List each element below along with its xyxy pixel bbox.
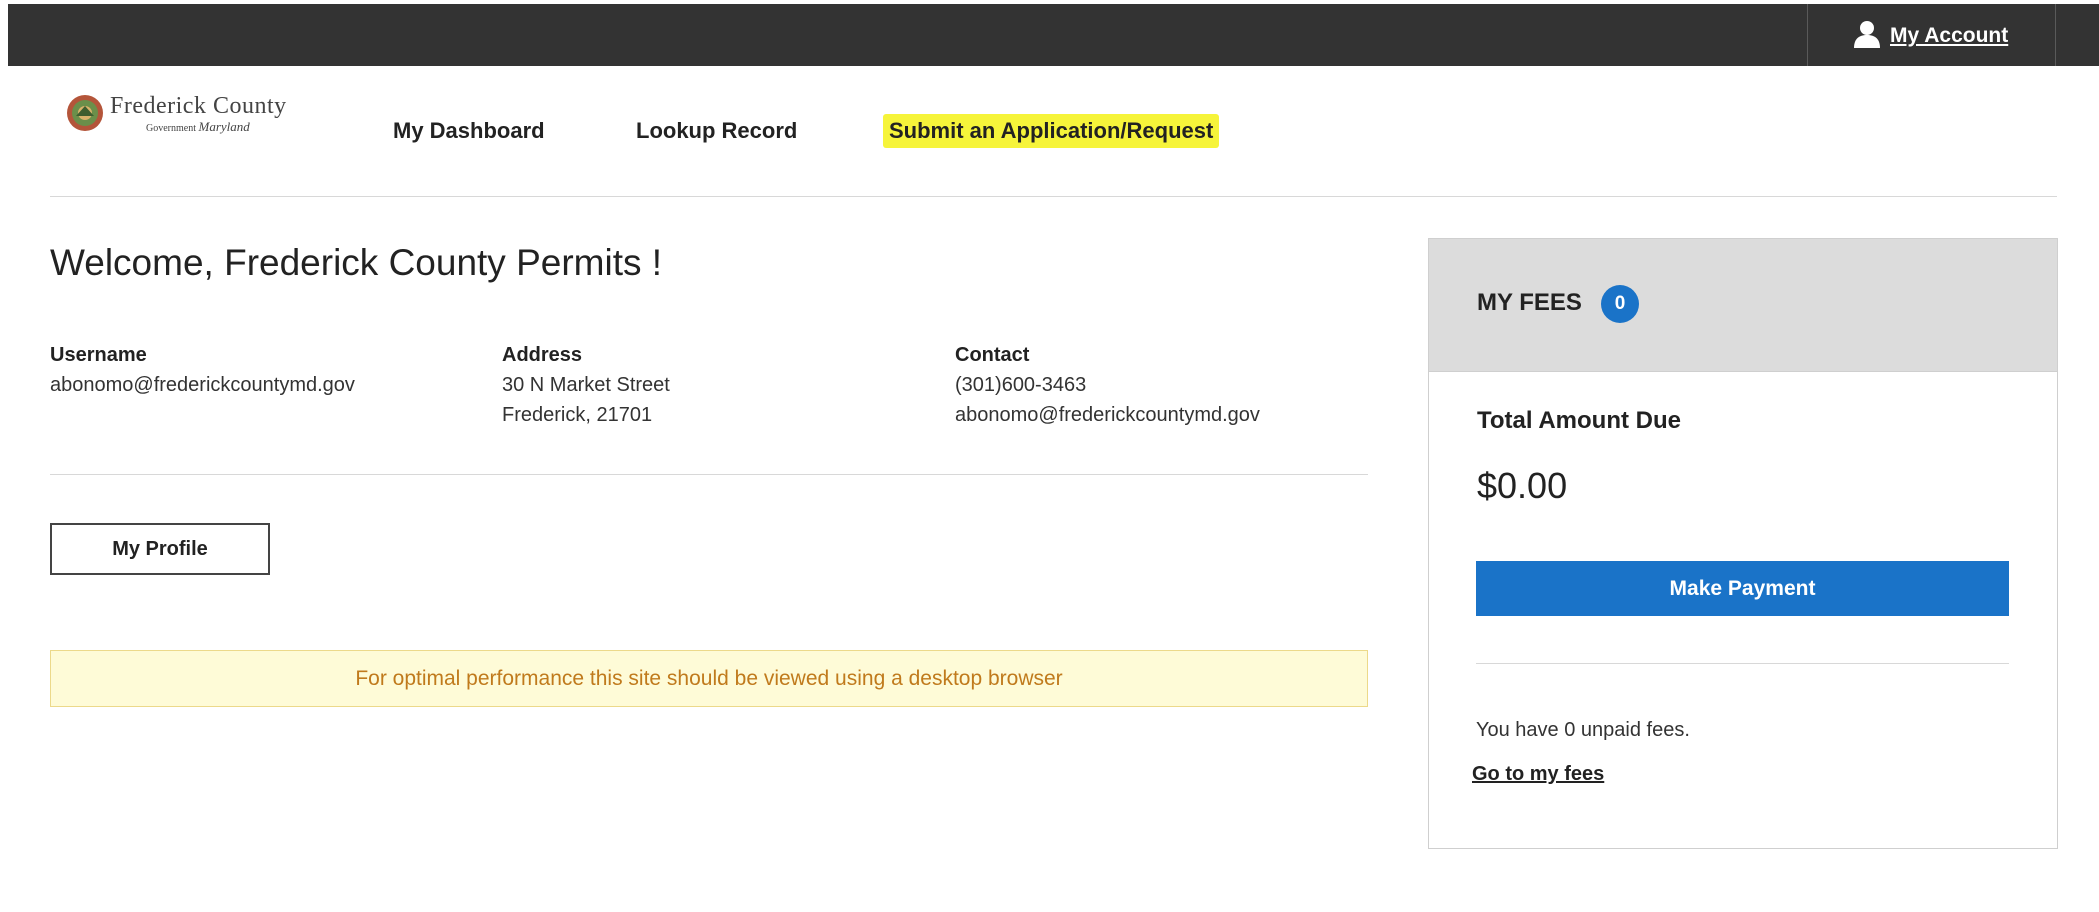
total-due-label: Total Amount Due: [1477, 407, 1681, 434]
total-due-amount: $0.00: [1477, 465, 1568, 506]
username-value: abonomo@frederickcountymd.gov: [50, 374, 355, 396]
county-seal-icon: [66, 94, 104, 137]
header-divider: [50, 196, 2057, 197]
fees-title: MY FEES: [1477, 289, 1582, 316]
username-section: Username abonomo@frederickcountymd.gov: [50, 340, 355, 400]
my-profile-button[interactable]: My Profile: [50, 523, 270, 575]
contact-label: Contact: [955, 344, 1030, 366]
contact-section: Contact (301)600-3463 abonomo@frederickc…: [955, 340, 1260, 430]
fees-header: MY FEES 0: [1429, 239, 2057, 372]
browser-notice-text: For optimal performance this site should…: [355, 666, 1063, 690]
go-to-fees-link[interactable]: Go to my fees: [1472, 763, 1604, 786]
top-bar: My Account: [8, 4, 2099, 66]
contact-email: abonomo@frederickcountymd.gov: [955, 404, 1260, 426]
nav-lookup-record[interactable]: Lookup Record: [636, 118, 797, 144]
nav-submit-application[interactable]: Submit an Application/Request: [883, 114, 1220, 148]
my-fees-panel: MY FEES 0 Total Amount Due $0.00 Make Pa…: [1428, 238, 2058, 849]
contact-phone: (301)600-3463: [955, 374, 1087, 396]
address-line-2: Frederick, 21701: [502, 404, 653, 426]
unpaid-fees-text: You have 0 unpaid fees.: [1476, 719, 1690, 741]
browser-notice: For optimal performance this site should…: [50, 650, 1368, 707]
topbar-divider: [1807, 4, 1808, 66]
topbar-divider: [2055, 4, 2056, 66]
my-account-link[interactable]: My Account: [1852, 20, 2008, 53]
logo-subtitle-script: Maryland: [198, 119, 250, 134]
nav-my-dashboard[interactable]: My Dashboard: [393, 118, 545, 144]
logo-subtitle: Government: [146, 123, 196, 134]
logo-title: Frederick County: [110, 93, 287, 119]
address-label: Address: [502, 344, 583, 366]
fees-count-badge: 0: [1601, 285, 1639, 323]
county-logo[interactable]: Frederick County Government Maryland: [66, 94, 306, 140]
user-icon: [1852, 20, 1882, 53]
page-title: Welcome, Frederick County Permits !: [50, 242, 663, 283]
section-divider: [50, 474, 1368, 475]
my-account-label[interactable]: My Account: [1890, 24, 2008, 48]
username-label: Username: [50, 344, 147, 366]
make-payment-button[interactable]: Make Payment: [1476, 561, 2009, 616]
address-section: Address 30 N Market Street Frederick, 21…: [502, 340, 670, 430]
fees-divider: [1476, 663, 2009, 664]
address-line-1: 30 N Market Street: [502, 374, 670, 396]
